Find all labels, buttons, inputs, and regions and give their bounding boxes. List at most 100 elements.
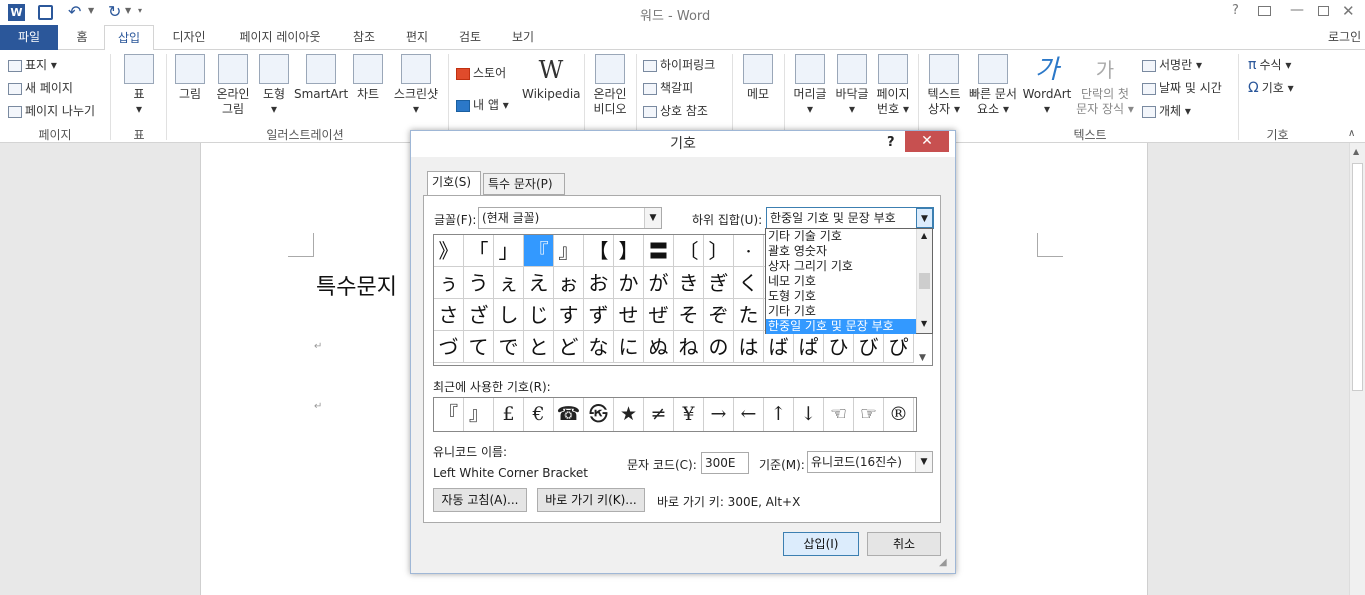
symbol-cell[interactable]: に: [614, 331, 644, 363]
chevron-down-icon[interactable]: ▼: [921, 319, 927, 328]
symbol-cell[interactable]: 』: [554, 235, 584, 267]
symbol-cell[interactable]: づ: [434, 331, 464, 363]
recent-symbol-cell[interactable]: ☜: [824, 398, 854, 431]
symbol-cell[interactable]: ぉ: [554, 267, 584, 299]
symbol-cell[interactable]: 〕: [704, 235, 734, 267]
symbol-cell[interactable]: び: [854, 331, 884, 363]
symbol-cell[interactable]: と: [524, 331, 554, 363]
shapes-button[interactable]: 도형 ▾: [256, 54, 292, 117]
chevron-down-icon[interactable]: ▼: [644, 208, 661, 228]
bookmark-button[interactable]: 책갈피: [643, 79, 693, 96]
recent-symbol-cell[interactable]: ≠: [644, 398, 674, 431]
cover-page-button[interactable]: 표지 ▾: [8, 56, 57, 73]
wikipedia-button[interactable]: W Wikipedia: [522, 54, 581, 102]
recent-symbol-cell[interactable]: €: [524, 398, 554, 431]
drop-cap-button[interactable]: 가 단락의 첫 문자 장식 ▾: [1074, 54, 1136, 117]
recent-symbol-cell[interactable]: ☎: [554, 398, 584, 431]
quick-parts-button[interactable]: 빠른 문서 요소 ▾: [964, 54, 1022, 117]
symbol-cell[interactable]: じ: [524, 299, 554, 331]
char-code-input[interactable]: 300E: [701, 452, 749, 474]
store-button[interactable]: 스토어: [456, 64, 506, 81]
wordart-button[interactable]: 가 WordArt ▾: [1022, 54, 1072, 117]
signature-line-button[interactable]: 서명란 ▾: [1142, 56, 1202, 73]
tab-mailings[interactable]: 편지: [394, 25, 440, 50]
insert-button[interactable]: 삽입(I): [783, 532, 859, 556]
symbol-cell[interactable]: ぜ: [644, 299, 674, 331]
minimize-icon[interactable]: —: [1290, 2, 1304, 18]
symbol-cell[interactable]: ず: [584, 299, 614, 331]
symbol-cell[interactable]: 【: [584, 235, 614, 267]
symbol-cell[interactable]: 『: [524, 235, 554, 267]
my-apps-button[interactable]: 내 앱 ▾: [456, 96, 509, 113]
symbol-cell[interactable]: 「: [464, 235, 494, 267]
symbol-cell[interactable]: 」: [494, 235, 524, 267]
recent-symbol-cell[interactable]: ☞: [854, 398, 884, 431]
symbol-cell[interactable]: が: [644, 267, 674, 299]
screenshot-button[interactable]: 스크린샷 ▾: [388, 54, 444, 117]
symbol-cell[interactable]: ぴ: [884, 331, 914, 363]
symbol-cell[interactable]: ぅ: [434, 267, 464, 299]
help-icon[interactable]: ?: [1232, 3, 1239, 18]
save-icon[interactable]: [38, 5, 53, 20]
tab-view[interactable]: 보기: [500, 25, 546, 50]
recent-symbol-cell[interactable]: →: [704, 398, 734, 431]
tab-special-characters[interactable]: 특수 문자(P): [483, 173, 565, 195]
symbol-cell[interactable]: し: [494, 299, 524, 331]
symbol-cell[interactable]: で: [494, 331, 524, 363]
online-picture-button[interactable]: 온라인 그림: [212, 54, 254, 117]
date-time-button[interactable]: 날짜 및 시간: [1142, 79, 1222, 96]
symbol-cell[interactable]: さ: [434, 299, 464, 331]
symbol-cell[interactable]: ぎ: [704, 267, 734, 299]
tab-symbols[interactable]: 기호(S): [427, 171, 481, 196]
collapse-ribbon-icon[interactable]: ∧: [1348, 128, 1355, 139]
subset-option[interactable]: 기타 기술 기호: [768, 229, 916, 244]
from-select[interactable]: 유니코드(16진수) ▼: [807, 451, 933, 473]
symbol-cell[interactable]: ·: [734, 235, 764, 267]
maximize-icon[interactable]: [1318, 6, 1329, 16]
word-logo-icon[interactable]: W: [8, 4, 25, 21]
comment-button[interactable]: 메모: [738, 54, 778, 102]
symbol-cell[interactable]: え: [524, 267, 554, 299]
subset-option[interactable]: 네모 기호: [768, 274, 916, 289]
header-button[interactable]: 머리글 ▾: [788, 54, 832, 117]
equation-button[interactable]: π 수식 ▾: [1248, 56, 1291, 73]
subset-option[interactable]: 괄호 영숫자: [768, 244, 916, 259]
subset-option-selected[interactable]: 한중일 기호 및 문장 부호: [766, 319, 916, 334]
picture-button[interactable]: 그림: [172, 54, 208, 102]
symbol-cell[interactable]: 》: [434, 235, 464, 267]
chevron-up-icon[interactable]: ▲: [921, 231, 927, 240]
recent-symbol-cell[interactable]: ㉿: [584, 398, 614, 431]
symbol-cell[interactable]: そ: [674, 299, 704, 331]
dialog-help-icon[interactable]: ?: [887, 135, 895, 150]
online-video-button[interactable]: 온라인 비디오: [588, 54, 632, 117]
blank-page-button[interactable]: 새 페이지: [8, 79, 73, 96]
cancel-button[interactable]: 취소: [867, 532, 941, 556]
smartart-button[interactable]: SmartArt: [294, 54, 348, 102]
recent-symbol-cell[interactable]: ®: [884, 398, 914, 431]
symbol-cell[interactable]: ど: [554, 331, 584, 363]
symbol-cell[interactable]: く: [734, 267, 764, 299]
close-icon[interactable]: ✕: [1342, 2, 1355, 20]
customize-qat-icon[interactable]: ▾: [138, 6, 142, 15]
symbol-cell[interactable]: ぱ: [794, 331, 824, 363]
subset-option[interactable]: 기타 기호: [768, 304, 916, 319]
recent-symbol-cell[interactable]: ¥: [674, 398, 704, 431]
symbol-cell[interactable]: は: [734, 331, 764, 363]
tab-insert[interactable]: 삽입: [104, 25, 154, 51]
textbox-button[interactable]: 텍스트 상자 ▾: [922, 54, 966, 117]
recent-symbol-cell[interactable]: 』: [464, 398, 494, 431]
symbol-cell[interactable]: て: [464, 331, 494, 363]
chevron-down-icon[interactable]: ▼: [916, 208, 933, 228]
object-button[interactable]: 개체 ▾: [1142, 102, 1191, 119]
symbol-cell[interactable]: ね: [674, 331, 704, 363]
redo-dropdown-icon[interactable]: ▼: [125, 6, 131, 15]
tab-references[interactable]: 참조: [340, 25, 388, 50]
symbol-cell[interactable]: た: [734, 299, 764, 331]
grid-scroll-down-icon[interactable]: ▼: [919, 353, 926, 363]
recent-symbol-cell[interactable]: ←: [734, 398, 764, 431]
symbol-cell[interactable]: ぇ: [494, 267, 524, 299]
table-button[interactable]: 표 ▾: [118, 54, 160, 117]
undo-icon[interactable]: ↶: [68, 2, 81, 21]
symbol-cell[interactable]: う: [464, 267, 494, 299]
undo-dropdown-icon[interactable]: ▼: [88, 6, 94, 15]
